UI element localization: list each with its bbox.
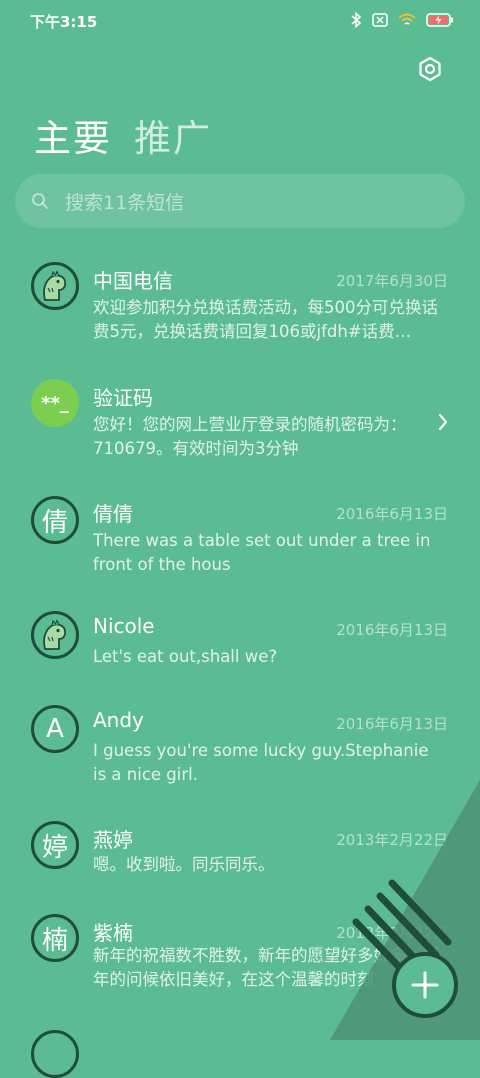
search-placeholder: 搜索11条短信 xyxy=(65,191,185,214)
message-preview: Let's eat out,shall we? xyxy=(93,647,278,666)
message-date: 2013年2月22日 xyxy=(336,924,448,942)
status-time: 下午3:15 xyxy=(30,13,98,31)
search-input[interactable]: 搜索11条短信 xyxy=(15,174,465,228)
battery-charging-icon xyxy=(426,13,453,27)
message-preview: 新年的祝福数不胜数，新年的愿望好多好多，新年的问候依旧美好，在这个温馨的时刻 xyxy=(93,946,440,989)
bluetooth-icon xyxy=(351,12,362,28)
avatar xyxy=(31,611,79,659)
message-date: 2016年6月13日 xyxy=(336,505,448,523)
contact-name: 验证码 xyxy=(93,386,153,410)
plus-icon xyxy=(411,971,439,999)
avatar xyxy=(31,262,79,310)
avatar: 倩 xyxy=(31,496,79,544)
tab-promotions[interactable]: 推广 xyxy=(134,108,212,162)
settings-icon xyxy=(419,56,441,82)
avatar: A xyxy=(31,705,79,753)
avatar: 婷 xyxy=(31,821,79,869)
message-date: 2017年6月30日 xyxy=(336,272,448,290)
dino-icon xyxy=(43,619,67,650)
sim-disabled-icon xyxy=(372,13,388,27)
message-date: 2016年6月13日 xyxy=(336,715,448,733)
conversation-item[interactable]: A Andy 2016年6月13日 I guess you're some lu… xyxy=(0,701,480,801)
message-preview: 您好！您的网上营业厅登录的随机密码为：710679。有效时间为3分钟 xyxy=(93,415,407,458)
conversation-item[interactable]: 婷 燕婷 2013年2月22日 嗯。收到啦。同乐同乐。 xyxy=(0,817,480,897)
contact-name: Andy xyxy=(93,708,144,732)
message-preview: I guess you're some lucky guy.Stephanie … xyxy=(93,741,429,784)
wifi-icon xyxy=(398,13,416,25)
avatar: **_ xyxy=(31,379,79,427)
tab-bar: 主要 推广 xyxy=(34,108,212,162)
message-date: 2016年6月13日 xyxy=(336,621,448,639)
avatar xyxy=(31,1030,79,1078)
conversation-item[interactable]: Nicole 2016年6月13日 Let's eat out,shall we… xyxy=(0,607,480,687)
dino-icon xyxy=(43,270,67,301)
tab-primary[interactable]: 主要 xyxy=(34,108,112,162)
conversation-item[interactable]: **_ 验证码 您好！您的网上营业厅登录的随机密码为：710679。有效时间为3… xyxy=(0,375,480,475)
message-preview: 嗯。收到啦。同乐同乐。 xyxy=(93,855,275,874)
status-bar: 下午3:15 xyxy=(0,0,480,42)
contact-name: 紫楠 xyxy=(93,921,133,945)
new-message-button[interactable] xyxy=(392,952,458,1018)
message-preview: There was a table set out under a tree i… xyxy=(93,531,431,574)
contact-name: 倩倩 xyxy=(93,502,133,526)
search-icon xyxy=(32,193,48,209)
contact-name: 中国电信 xyxy=(93,269,173,293)
conversation-item[interactable]: 倩 倩倩 2016年6月13日 There was a table set ou… xyxy=(0,491,480,591)
conversation-item[interactable]: 中国电信 2017年6月30日 欢迎参加积分兑换话费活动，每500分可兑换话费5… xyxy=(0,258,480,358)
settings-button[interactable] xyxy=(416,55,444,83)
avatar: 楠 xyxy=(31,914,79,962)
contact-name: 燕婷 xyxy=(93,828,133,852)
message-preview: 欢迎参加积分兑换话费活动，每500分可兑换话费5元，兑换话费请回复106或jfd… xyxy=(93,298,438,341)
status-icons xyxy=(350,12,454,28)
chevron-right-icon[interactable] xyxy=(436,412,450,432)
contact-name: Nicole xyxy=(93,614,155,638)
message-date: 2013年2月22日 xyxy=(336,831,448,849)
